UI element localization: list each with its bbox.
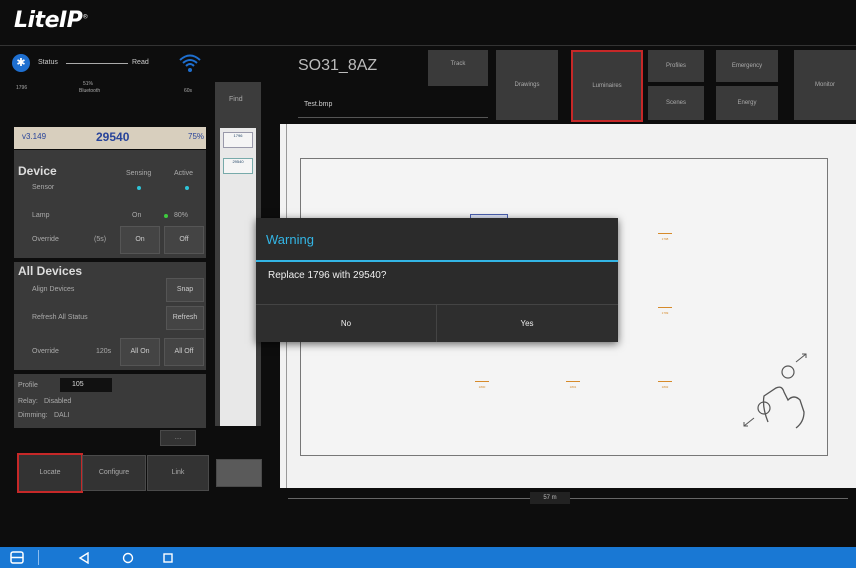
active-indicator bbox=[185, 186, 189, 190]
pinch-gesture-icon bbox=[743, 353, 807, 429]
lamp-level: 80% bbox=[174, 212, 189, 219]
relay-value: Disabled bbox=[44, 398, 72, 405]
off-button[interactable]: Off bbox=[164, 226, 204, 254]
profile-label: Profile bbox=[18, 382, 38, 389]
status-sub-mid: 51% bbox=[83, 81, 94, 87]
status-sub-serial: 1796 bbox=[16, 85, 28, 91]
locate-button[interactable]: Locate bbox=[17, 453, 83, 493]
all-override-label: Override bbox=[32, 348, 59, 355]
drawings-button[interactable]: Drawings bbox=[496, 50, 558, 120]
dialog-title-divider bbox=[256, 260, 618, 262]
active-label: Active bbox=[174, 170, 194, 177]
lamp-state: On bbox=[132, 212, 142, 219]
header-divider bbox=[0, 45, 856, 46]
profile-panel: Profile 105 Relay: Disabled Dimming: DAL… bbox=[14, 374, 206, 428]
luminaire-marker[interactable]: 1802 bbox=[658, 378, 672, 389]
override-label: Override bbox=[32, 236, 59, 243]
dialog-message: Replace 1796 with 29540? bbox=[268, 270, 387, 281]
device-header-row: v3.149 29540 75% bbox=[14, 127, 206, 149]
scale-label: 57 m bbox=[530, 492, 570, 504]
profiles-button[interactable]: Profiles bbox=[648, 50, 704, 82]
lamp-indicator bbox=[164, 214, 168, 218]
system-navbar bbox=[0, 547, 856, 568]
app-switcher-icon[interactable] bbox=[10, 551, 24, 564]
luminaire-marker[interactable]: 1800 bbox=[475, 378, 489, 389]
luminaire-marker[interactable]: 1799 bbox=[658, 304, 672, 315]
track-button[interactable]: Track bbox=[428, 50, 488, 86]
status-label: Status bbox=[38, 59, 58, 66]
warning-dialog: Warning Replace 1796 with 29540? No Yes bbox=[256, 218, 618, 342]
status-sub-bluetooth: Bluetooth bbox=[79, 88, 101, 94]
configure-button[interactable]: Configure bbox=[82, 455, 146, 491]
bluetooth-icon[interactable]: ✱ bbox=[12, 54, 30, 72]
home-icon[interactable] bbox=[122, 552, 134, 564]
on-button[interactable]: On bbox=[120, 226, 160, 254]
find-label[interactable]: Find bbox=[229, 96, 243, 103]
version-label: v3.149 bbox=[22, 132, 47, 141]
no-button[interactable]: No bbox=[256, 305, 436, 342]
yes-button[interactable]: Yes bbox=[437, 305, 617, 342]
monitor-button[interactable]: Monitor bbox=[794, 50, 856, 120]
recents-icon[interactable] bbox=[162, 552, 174, 564]
dimming-label: Dimming: bbox=[18, 412, 48, 419]
dialog-title: Warning bbox=[266, 232, 314, 247]
sensor-label: Sensor bbox=[32, 184, 55, 191]
read-label: Read bbox=[132, 59, 149, 66]
align-devices-label: Align Devices bbox=[32, 286, 75, 293]
sensing-label: Sensing bbox=[126, 170, 152, 177]
sensing-indicator bbox=[137, 186, 141, 190]
luminaire-marker[interactable]: 1798 bbox=[658, 230, 672, 241]
app-logo: LiteIP® bbox=[14, 8, 88, 33]
all-off-button[interactable]: All Off bbox=[164, 338, 204, 366]
file-name-field[interactable]: Test.bmp bbox=[298, 95, 488, 118]
luminaires-button[interactable]: Luminaires bbox=[571, 50, 643, 122]
percent-label: 75% bbox=[188, 132, 205, 141]
more-button[interactable]: … bbox=[160, 430, 196, 446]
list-item[interactable]: 1796 bbox=[223, 132, 253, 148]
wifi-icon bbox=[179, 54, 201, 72]
all-override-time: 120s bbox=[96, 348, 112, 355]
device-panel: Device Sensing Active Sensor Lamp On 80%… bbox=[14, 150, 206, 258]
energy-button[interactable]: Energy bbox=[716, 86, 778, 120]
all-devices-panel: All Devices Align Devices Snap Refresh A… bbox=[14, 262, 206, 370]
all-on-button[interactable]: All On bbox=[120, 338, 160, 366]
scenes-button[interactable]: Scenes bbox=[648, 86, 704, 120]
luminaire-list[interactable]: 1796 29540 bbox=[220, 128, 256, 426]
override-time: (5s) bbox=[94, 236, 107, 243]
link-button[interactable]: Link bbox=[147, 455, 209, 491]
emergency-button[interactable]: Emergency bbox=[716, 50, 778, 82]
all-devices-title: All Devices bbox=[18, 264, 83, 278]
refresh-all-label: Refresh All Status bbox=[32, 314, 88, 321]
list-item[interactable]: 29540 bbox=[223, 158, 253, 174]
dimming-value: DALI bbox=[54, 412, 70, 419]
back-icon[interactable] bbox=[78, 552, 90, 564]
relay-label: Relay: bbox=[18, 398, 38, 405]
device-title: Device bbox=[18, 164, 57, 178]
status-sub-time: 60s bbox=[184, 88, 193, 94]
status-line bbox=[66, 63, 128, 64]
blank-button[interactable] bbox=[216, 459, 262, 487]
lamp-label: Lamp bbox=[32, 212, 50, 219]
profile-value[interactable]: 105 bbox=[60, 378, 112, 392]
refresh-button[interactable]: Refresh bbox=[166, 306, 204, 330]
navbar-divider bbox=[38, 550, 39, 565]
project-title: SO31_8AZ bbox=[298, 57, 378, 74]
serial-number: 29540 bbox=[96, 130, 130, 144]
luminaire-marker[interactable]: 1801 bbox=[566, 378, 580, 389]
snap-button[interactable]: Snap bbox=[166, 278, 204, 302]
